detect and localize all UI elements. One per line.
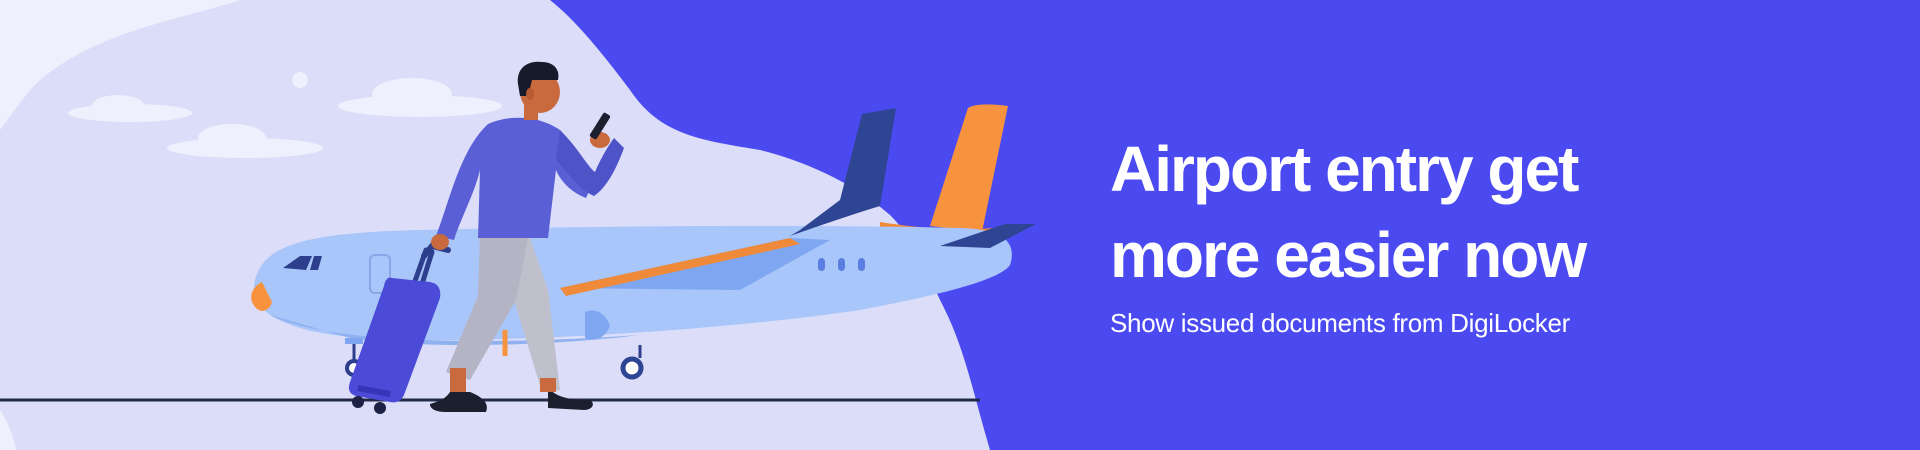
moon-dot — [292, 72, 308, 88]
headline-block: Airport entry get more easier now Show i… — [1110, 126, 1830, 340]
headline-line-1: Airport entry get — [1110, 133, 1579, 205]
subtitle: Show issued documents from DigiLocker — [1110, 308, 1570, 338]
headline-line-2: more easier now — [1110, 219, 1587, 291]
promo-banner: Airport entry get more easier now Show i… — [0, 0, 1920, 450]
